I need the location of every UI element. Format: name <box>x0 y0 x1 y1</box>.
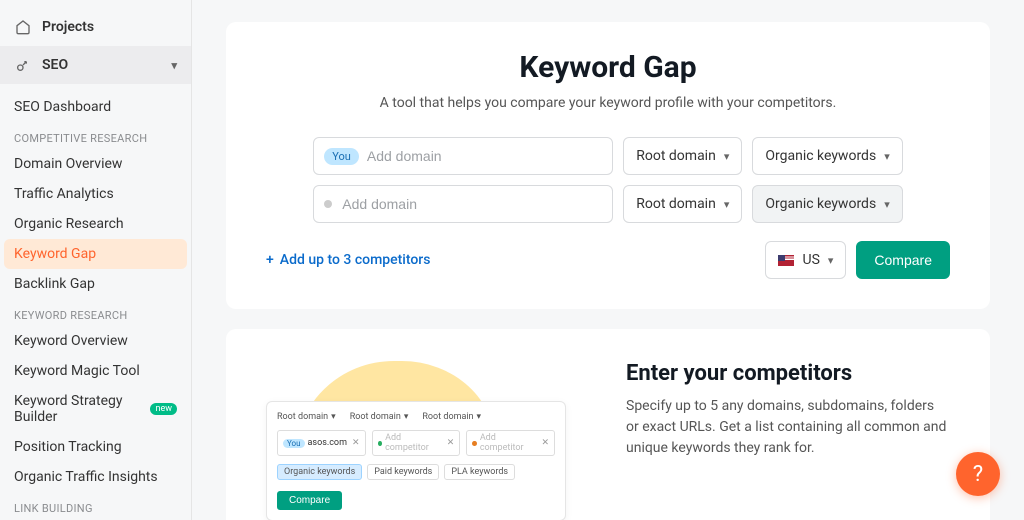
mini-root-domain-2: Root domain▾ <box>350 412 409 422</box>
sidebar-section-competitive: COMPETITIVE RESEARCH <box>0 122 191 149</box>
form-card: Keyword Gap A tool that helps you compar… <box>226 22 990 309</box>
sidebar-link-keyword-magic[interactable]: Keyword Magic Tool <box>0 356 191 386</box>
sidebar-link-backlink-gap[interactable]: Backlink Gap <box>0 269 191 299</box>
help-fab[interactable]: ? <box>956 452 1000 496</box>
sidebar-link-organic-insights[interactable]: Organic Traffic Insights <box>0 462 191 492</box>
plus-icon: + <box>266 252 274 268</box>
sidebar-link-domain-overview[interactable]: Domain Overview <box>0 149 191 179</box>
sidebar-projects-label: Projects <box>42 19 94 35</box>
mini-preview: Root domain▾ Root domain▾ Root domain▾ Y… <box>266 401 566 520</box>
preview-illustration: Root domain▾ Root domain▾ Root domain▾ Y… <box>266 361 586 520</box>
mini-chip-paid: Paid keywords <box>367 464 439 480</box>
mini-input-comp1: Add competitor✕ <box>372 430 461 456</box>
competitor-domain-input-wrapper[interactable] <box>313 185 613 223</box>
enter-desc: Specify up to 5 any domains, subdomains,… <box>626 396 950 459</box>
mini-root-domain-1: Root domain▾ <box>277 412 336 422</box>
chevron-down-icon: ▾ <box>724 198 730 211</box>
sidebar-link-keyword-strategy[interactable]: Keyword Strategy Builder new <box>0 386 191 432</box>
sidebar-link-keyword-gap[interactable]: Keyword Gap <box>4 239 187 269</box>
domain-row-you: You Root domain ▾ Organic keywords ▾ <box>266 137 950 175</box>
add-competitors-label: Add up to 3 competitors <box>280 252 431 268</box>
sidebar: Projects SEO ▾ SEO Dashboard COMPETITIVE… <box>0 0 192 520</box>
competitors-text: Enter your competitors Specify up to 5 a… <box>626 361 950 459</box>
mini-root-domain-3: Root domain▾ <box>422 412 481 422</box>
chevron-down-icon: ▾ <box>884 198 890 211</box>
mini-chip-pla: PLA keywords <box>444 464 515 480</box>
competitors-info-card: Root domain▾ Root domain▾ Root domain▾ Y… <box>226 329 990 520</box>
seo-icon <box>14 56 32 74</box>
main-content: Keyword Gap A tool that helps you compar… <box>192 0 1024 520</box>
dropdown-label: Root domain <box>636 196 716 212</box>
country-selector[interactable]: US ▾ <box>765 241 846 279</box>
sidebar-link-organic-research[interactable]: Organic Research <box>0 209 191 239</box>
mini-compare-button: Compare <box>277 491 342 510</box>
mini-chip-organic: Organic keywords <box>277 464 362 480</box>
mini-input-you: Youasos.com✕ <box>277 430 366 456</box>
new-badge: new <box>150 403 177 415</box>
sidebar-seo-label: SEO <box>42 57 68 73</box>
sidebar-link-label: Keyword Strategy Builder <box>14 393 144 425</box>
root-domain-dropdown-2[interactable]: Root domain ▾ <box>623 185 742 223</box>
chevron-down-icon: ▾ <box>884 150 890 163</box>
country-label: US <box>802 252 819 268</box>
sidebar-section-link-building: LINK BUILDING <box>0 492 191 519</box>
compare-button[interactable]: Compare <box>856 241 950 279</box>
competitor-domain-input[interactable] <box>342 196 602 212</box>
keyword-type-dropdown-1[interactable]: Organic keywords ▾ <box>752 137 902 175</box>
chevron-down-icon: ▾ <box>171 59 177 72</box>
competitor-dot-icon <box>324 200 332 208</box>
you-pill: You <box>324 148 359 165</box>
dropdown-label: Organic keywords <box>765 148 876 164</box>
sidebar-link-position-tracking[interactable]: Position Tracking <box>0 432 191 462</box>
sidebar-section-keyword: KEYWORD RESEARCH <box>0 299 191 326</box>
sidebar-link-traffic-analytics[interactable]: Traffic Analytics <box>0 179 191 209</box>
us-flag-icon <box>778 255 794 266</box>
your-domain-input[interactable] <box>367 148 602 164</box>
page-subtitle: A tool that helps you compare your keywo… <box>266 95 950 111</box>
dropdown-label: Root domain <box>636 148 716 164</box>
mini-input-comp2: Add competitor✕ <box>466 430 555 456</box>
sidebar-item-seo[interactable]: SEO ▾ <box>0 46 191 84</box>
root-domain-dropdown-1[interactable]: Root domain ▾ <box>623 137 742 175</box>
add-competitors-link[interactable]: + Add up to 3 competitors <box>266 252 430 268</box>
enter-title: Enter your competitors <box>626 361 950 386</box>
your-domain-input-wrapper[interactable]: You <box>313 137 613 175</box>
sidebar-link-seo-dashboard[interactable]: SEO Dashboard <box>0 92 191 122</box>
help-icon: ? <box>973 462 983 487</box>
home-icon <box>14 18 32 36</box>
page-title: Keyword Gap <box>266 50 950 85</box>
sidebar-link-keyword-overview[interactable]: Keyword Overview <box>0 326 191 356</box>
dropdown-label: Organic keywords <box>765 196 876 212</box>
chevron-down-icon: ▾ <box>828 254 834 267</box>
sidebar-item-projects[interactable]: Projects <box>0 8 191 46</box>
domain-row-competitor: Root domain ▾ Organic keywords ▾ <box>266 185 950 223</box>
keyword-type-dropdown-2[interactable]: Organic keywords ▾ <box>752 185 902 223</box>
chevron-down-icon: ▾ <box>724 150 730 163</box>
